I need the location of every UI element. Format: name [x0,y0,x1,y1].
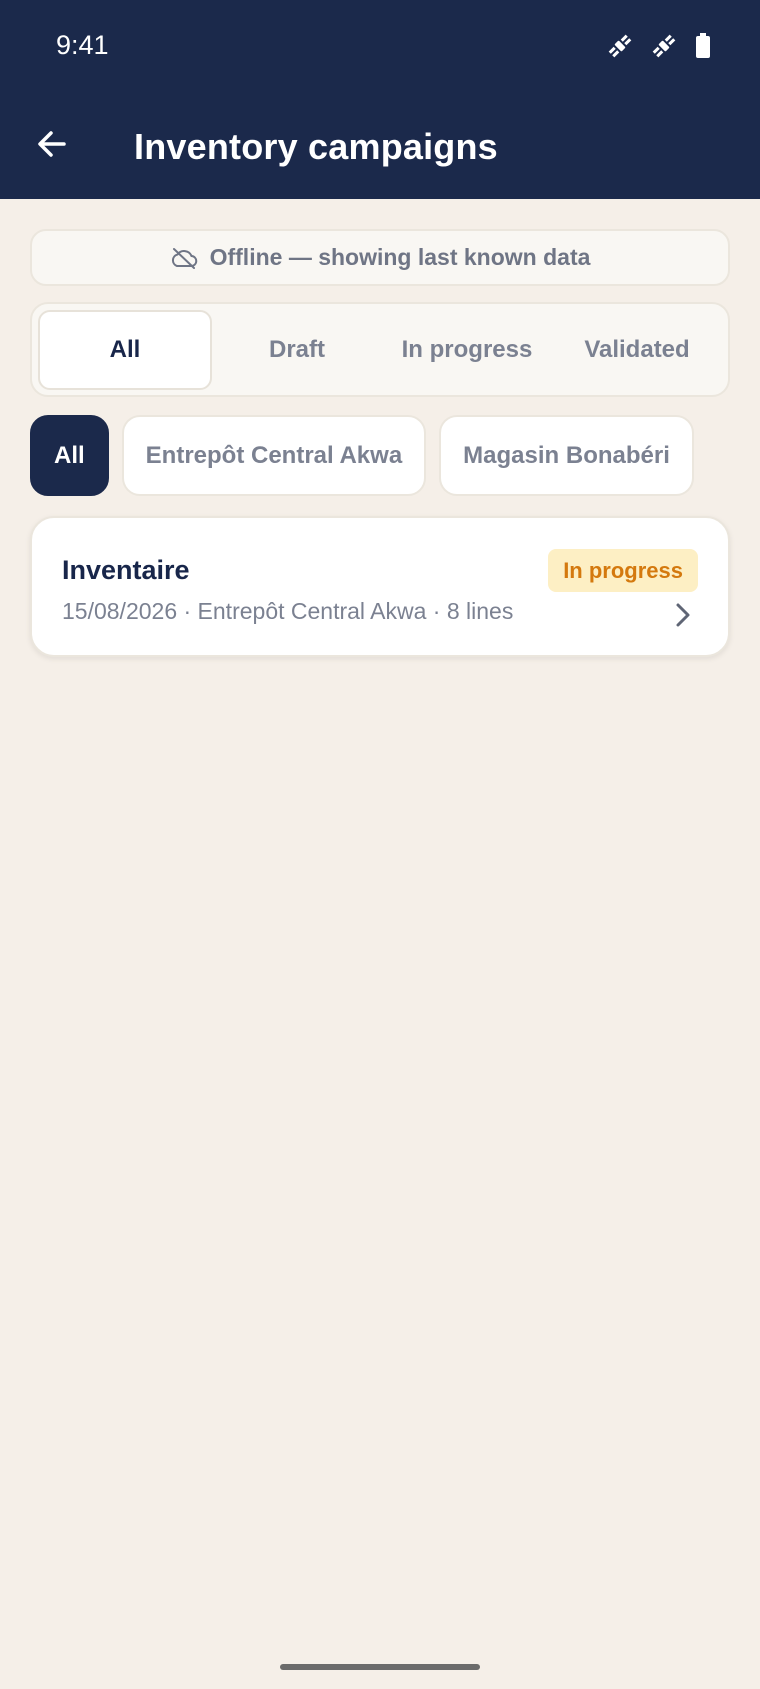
location-filter-chips: All Entrepôt Central Akwa Magasin Bonabé… [30,415,694,496]
status-icons [606,32,712,60]
page-title: Inventory campaigns [134,126,498,167]
status-badge: In progress [548,549,698,592]
tab-draft[interactable]: Draft [212,310,382,390]
chip-magasin-bonaberi[interactable]: Magasin Bonabéri [439,415,694,496]
offline-banner: Offline — showing last known data [30,229,730,286]
status-tabs: All Draft In progress Validated [30,302,730,397]
tab-in-progress[interactable]: In progress [382,310,552,390]
satellite-icon [650,32,678,60]
campaign-title: Inventaire [62,555,190,585]
chip-all[interactable]: All [30,415,109,496]
offline-text: Offline — showing last known data [209,244,591,270]
tab-all[interactable]: All [38,309,212,390]
satellite-icon [606,32,634,60]
status-time: 9:41 [56,30,109,60]
battery-icon [694,32,712,60]
campaign-meta: 15/08/2026 · Entrepôt Central Akwa · 8 l… [62,598,514,624]
home-indicator[interactable] [280,1664,480,1670]
tab-validated[interactable]: Validated [552,310,722,390]
app-bar: 9:41 Inventory campaigns [0,0,760,199]
chip-entrepot-central-akwa[interactable]: Entrepôt Central Akwa [121,415,427,496]
cloud-off-icon [171,247,197,269]
back-button[interactable] [30,122,74,166]
arrow-left-icon [38,131,66,157]
chevron-right-icon [674,602,692,633]
campaign-card[interactable]: Inventaire 15/08/2026 · Entrepôt Central… [30,516,730,657]
